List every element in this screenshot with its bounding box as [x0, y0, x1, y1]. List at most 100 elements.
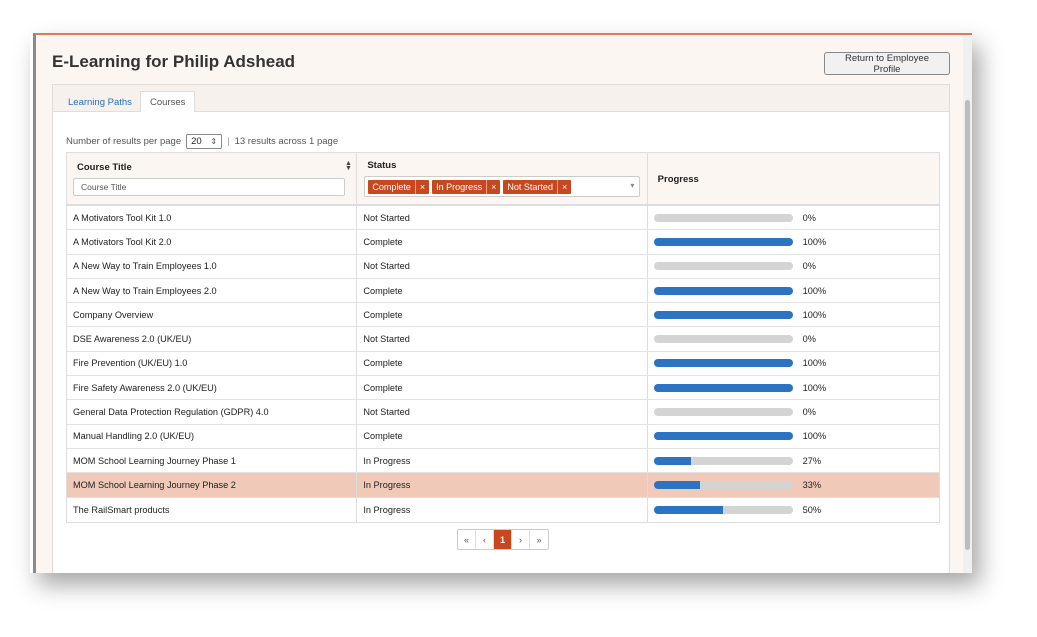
table-row[interactable]: The RailSmart products In Progress 50% — [67, 497, 939, 522]
course-title-cell: A New Way to Train Employees 2.0 — [67, 278, 358, 303]
column-header-course-title[interactable]: Course Title — [77, 162, 132, 173]
table-row[interactable]: MOM School Learning Journey Phase 2 In Pr… — [67, 473, 939, 498]
progress-percent: 100% — [802, 309, 827, 320]
progress-cell: 100% — [648, 230, 939, 253]
progress-bar — [653, 310, 793, 319]
progress-cell: 100% — [648, 303, 939, 326]
progress-bar — [653, 335, 793, 344]
progress-cell: 0% — [648, 255, 939, 278]
progress-percent: 100% — [802, 431, 827, 442]
progress-bar-fill — [653, 237, 793, 246]
course-title-filter-input[interactable] — [73, 178, 345, 196]
first-page-button[interactable]: « — [458, 530, 476, 549]
course-title-cell: A New Way to Train Employees 1.0 — [67, 254, 358, 278]
progress-bar-fill — [653, 383, 793, 392]
progress-percent: 50% — [802, 504, 822, 515]
status-cell: Complete — [357, 351, 648, 376]
table-body: A Motivators Tool Kit 1.0 Not Started 0% A … — [67, 206, 939, 522]
page-1-button[interactable]: 1 — [494, 530, 512, 549]
previous-page-button[interactable]: ‹ — [476, 530, 494, 549]
progress-percent: 27% — [802, 455, 822, 466]
pagination: « ‹ 1 › » — [457, 529, 549, 550]
progress-percent: 0% — [802, 407, 816, 418]
column-progress: Progress — [648, 153, 939, 204]
last-page-button[interactable]: » — [530, 530, 548, 549]
progress-cell: 50% — [648, 498, 939, 522]
per-page-select[interactable]: 20 ⇕ — [186, 134, 223, 149]
status-cell: Complete — [357, 376, 648, 400]
progress-bar — [653, 480, 793, 489]
scrollbar-thumb[interactable] — [965, 100, 970, 550]
table-row[interactable]: General Data Protection Regulation (GDPR… — [67, 400, 939, 425]
courses-table: Course Title ▲▼ Status Complete × In Pro… — [66, 152, 940, 523]
app-window: E-Learning for Philip Adshead Return to … — [33, 33, 972, 573]
table-row[interactable]: Company Overview Complete 100% — [67, 303, 939, 328]
progress-bar — [653, 383, 793, 392]
per-page-value: 20 — [191, 136, 202, 147]
column-header-status: Status — [367, 160, 397, 171]
status-chip-in-progress: In Progress × — [432, 179, 501, 194]
progress-cell: 0% — [648, 206, 939, 229]
progress-percent: 0% — [802, 334, 816, 345]
progress-cell: 0% — [648, 327, 939, 350]
table-row[interactable]: A Motivators Tool Kit 1.0 Not Started 0% — [67, 206, 939, 231]
progress-cell: 100% — [648, 352, 939, 375]
next-page-button[interactable]: › — [512, 530, 530, 549]
status-cell: Complete — [357, 230, 648, 254]
chevron-down-icon[interactable]: ▾ — [630, 181, 634, 190]
table-row[interactable]: Fire Safety Awareness 2.0 (UK/EU) Complet… — [67, 376, 939, 401]
status-cell: In Progress — [357, 497, 648, 522]
progress-bar — [653, 237, 793, 246]
progress-percent: 0% — [802, 212, 816, 223]
courses-panel: Number of results per page 20 ⇕ | 13 res… — [52, 112, 950, 573]
separator: | — [227, 136, 230, 147]
remove-chip-icon[interactable]: × — [414, 179, 429, 194]
progress-bar — [653, 213, 793, 222]
column-status: Status Complete × In Progress × Not Star… — [357, 153, 648, 204]
remove-chip-icon[interactable]: × — [556, 179, 571, 194]
status-cell: Not Started — [357, 206, 648, 230]
course-title-cell: The RailSmart products — [67, 497, 358, 522]
table-header: Course Title ▲▼ Status Complete × In Pro… — [67, 153, 939, 206]
table-row[interactable]: Fire Prevention (UK/EU) 1.0 Complete 100% — [67, 351, 939, 377]
course-title-cell: A Motivators Tool Kit 1.0 — [67, 206, 358, 230]
table-row[interactable]: A New Way to Train Employees 2.0 Complete… — [67, 278, 939, 304]
return-to-profile-button[interactable]: Return to Employee Profile — [824, 52, 950, 75]
table-row[interactable]: DSE Awareness 2.0 (UK/EU) Not Started 0% — [67, 327, 939, 352]
course-title-cell: General Data Protection Regulation (GDPR… — [67, 400, 358, 424]
status-cell: In Progress — [357, 448, 648, 473]
progress-cell: 100% — [648, 279, 939, 302]
status-cell: Complete — [357, 424, 648, 448]
vertical-scrollbar[interactable] — [963, 35, 972, 573]
progress-bar — [653, 505, 793, 514]
sort-arrows-icon[interactable]: ▲ ▼ — [345, 160, 352, 172]
column-header-progress: Progress — [657, 174, 699, 185]
progress-percent: 0% — [802, 261, 816, 272]
status-cell: Not Started — [357, 400, 648, 424]
table-row[interactable]: MOM School Learning Journey Phase 1 In Pr… — [67, 448, 939, 474]
progress-bar-fill — [653, 505, 724, 514]
status-filter-multiselect[interactable]: Complete × In Progress × Not Started × ▾ — [364, 176, 641, 197]
progress-cell: 100% — [648, 376, 939, 399]
course-title-cell: MOM School Learning Journey Phase 1 — [67, 448, 358, 473]
progress-bar — [653, 359, 793, 368]
progress-cell: 27% — [648, 449, 939, 472]
table-row[interactable]: A Motivators Tool Kit 2.0 Complete 100% — [67, 230, 939, 255]
select-arrows-icon: ⇕ — [210, 137, 218, 146]
progress-bar-fill — [653, 286, 793, 295]
table-row[interactable]: Manual Handling 2.0 (UK/EU) Complete 100% — [67, 424, 939, 449]
page-title: E-Learning for Philip Adshead — [52, 52, 296, 71]
course-title-cell: MOM School Learning Journey Phase 2 — [67, 473, 358, 497]
status-cell: Not Started — [357, 254, 648, 278]
progress-percent: 33% — [802, 479, 822, 490]
course-title-cell: A Motivators Tool Kit 2.0 — [67, 230, 358, 254]
tab-learning-paths[interactable]: Learning Paths — [59, 91, 141, 113]
tab-courses[interactable]: Courses — [140, 91, 196, 113]
remove-chip-icon[interactable]: × — [486, 179, 500, 194]
progress-bar-fill — [653, 359, 793, 368]
progress-bar — [653, 456, 793, 465]
per-page-label: Number of results per page — [66, 136, 182, 147]
status-cell: In Progress — [357, 473, 648, 497]
table-row[interactable]: A New Way to Train Employees 1.0 Not Star… — [67, 254, 939, 279]
course-title-cell: Company Overview — [67, 303, 358, 327]
